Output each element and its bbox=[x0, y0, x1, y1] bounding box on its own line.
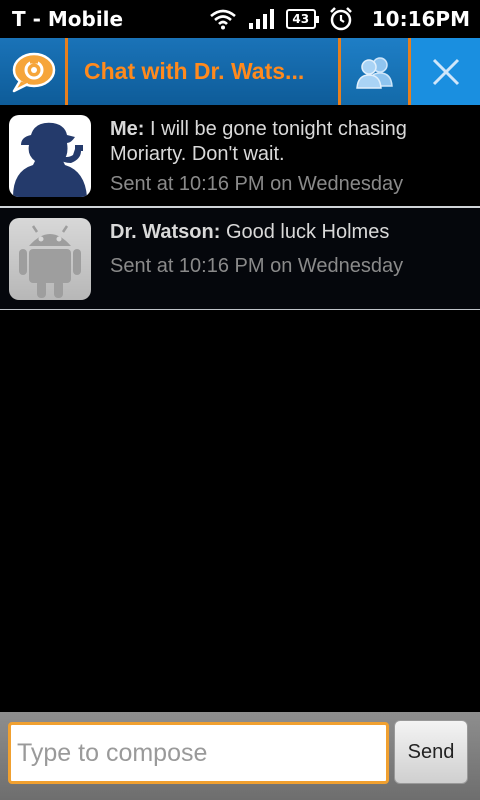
message-text-line: Dr. Watson: Good luck Holmes bbox=[110, 220, 403, 245]
chat-title: Chat with Dr. Wats... bbox=[68, 38, 341, 105]
close-icon bbox=[432, 58, 459, 85]
message-list[interactable]: Me: I will be gone tonight chasing Moria… bbox=[0, 105, 480, 310]
send-button[interactable]: Send bbox=[394, 720, 468, 784]
close-chat-button[interactable] bbox=[411, 38, 480, 105]
message-body: Dr. Watson: Good luck Holmes Sent at 10:… bbox=[110, 218, 403, 299]
chat-title-bar: Chat with Dr. Wats... bbox=[0, 38, 480, 105]
message-text: Good luck Holmes bbox=[225, 221, 390, 243]
buddy-list-button[interactable] bbox=[341, 38, 411, 105]
message-body: Me: I will be gone tonight chasing Moria… bbox=[110, 115, 472, 196]
wifi-icon bbox=[209, 8, 236, 30]
message-timestamp: Sent at 10:16 PM on Wednesday bbox=[110, 173, 404, 195]
message-timestamp: Sent at 10:16 PM on Wednesday bbox=[110, 255, 404, 277]
alarm-clock-icon bbox=[328, 6, 354, 32]
message-text: I will be gone tonight chasing Moriarty.… bbox=[110, 118, 407, 165]
signal-icon bbox=[248, 8, 274, 30]
chat-logo-icon[interactable] bbox=[0, 38, 68, 105]
message-item[interactable]: Me: I will be gone tonight chasing Moria… bbox=[0, 105, 480, 208]
status-icons: 43 10:16PM bbox=[209, 6, 470, 32]
sherlock-avatar bbox=[9, 115, 91, 197]
message-text-line: Me: I will be gone tonight chasing Moria… bbox=[110, 117, 472, 167]
carrier-name: T - Mobile bbox=[12, 7, 124, 31]
message-sender: Me: bbox=[110, 118, 145, 140]
android-avatar bbox=[9, 218, 91, 300]
status-bar: T - Mobile 43 10:16PM bbox=[0, 0, 480, 38]
message-sender: Dr. Watson: bbox=[110, 221, 221, 243]
message-item[interactable]: Dr. Watson: Good luck Holmes Sent at 10:… bbox=[0, 208, 480, 310]
buddies-icon bbox=[355, 56, 393, 89]
battery-icon: 43 bbox=[285, 9, 319, 29]
status-time: 10:16PM bbox=[371, 7, 470, 31]
compose-input[interactable] bbox=[8, 722, 389, 784]
compose-bar: Send bbox=[0, 712, 480, 800]
